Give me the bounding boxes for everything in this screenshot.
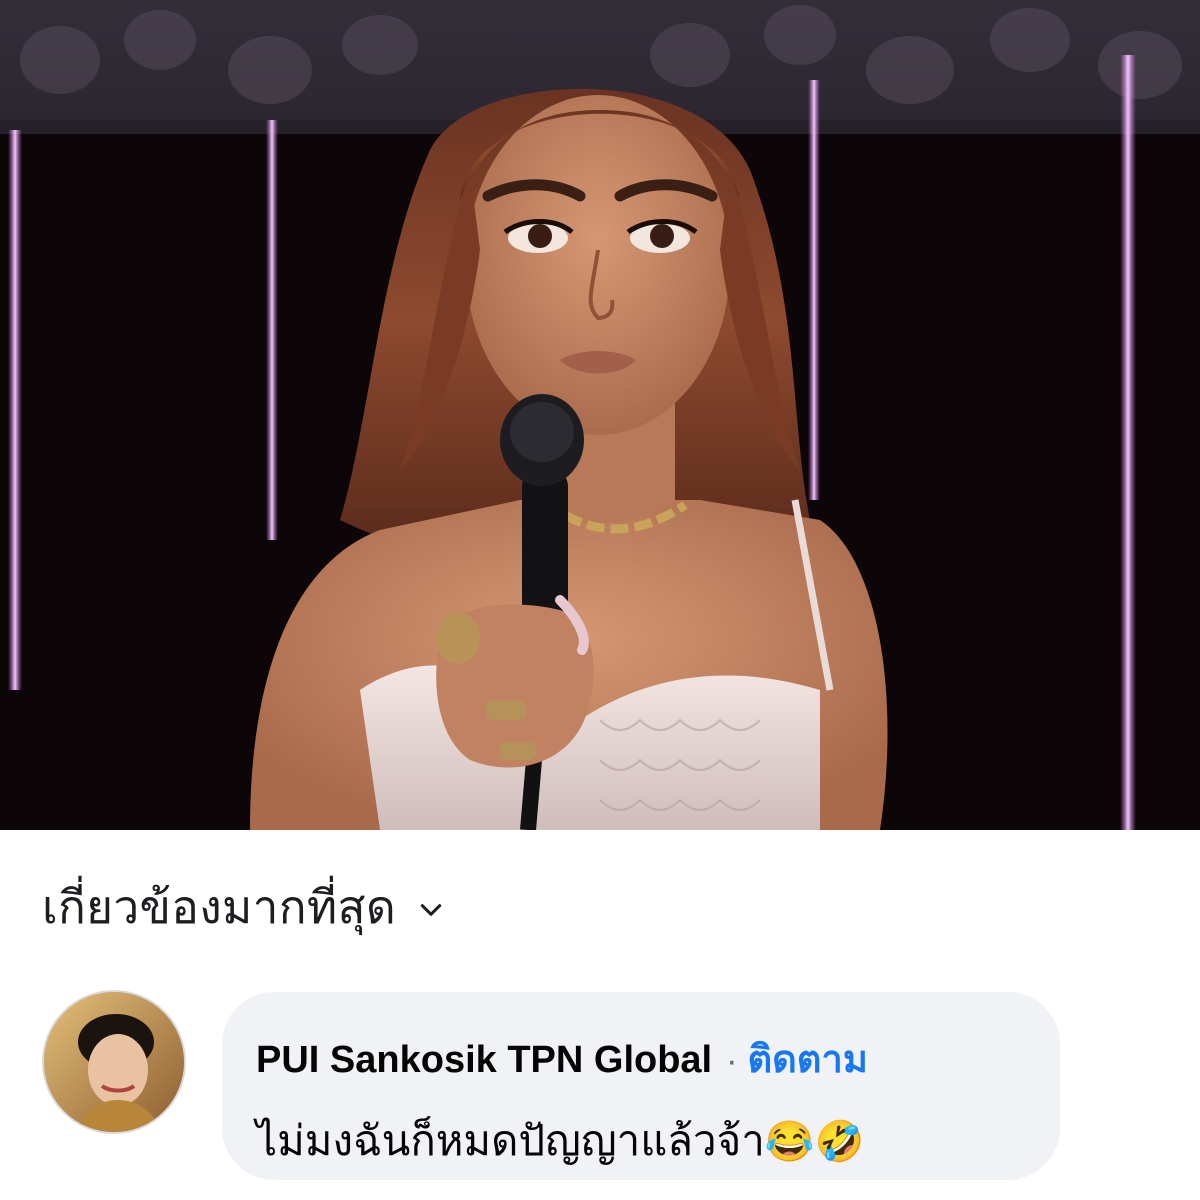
comment-header: PUI Sankosik TPN Global · ติดตาม [256,1028,868,1089]
follow-button[interactable]: ติดตาม [747,1028,867,1089]
avatar-photo [44,992,184,1132]
comment-body: ไม่มงฉันก็หมดปัญญาแล้วจ้า😂🤣 [256,1108,864,1174]
photo-illustration [0,0,1200,830]
post-photo[interactable] [0,0,1200,830]
comment-text: ไม่มงฉันก็หมดปัญญาแล้วจ้า [256,1117,765,1164]
commenter-avatar[interactable] [42,990,186,1134]
sort-label: เกี่ยวข้องมากที่สุด [42,880,397,933]
separator-dot: · [726,1042,738,1080]
comment-author[interactable]: PUI Sankosik TPN Global [256,1039,712,1082]
chevron-down-icon [420,904,442,916]
comment-emojis: 😂🤣 [764,1120,865,1164]
comment-sort-dropdown[interactable]: เกี่ยวข้องมากที่สุด [42,872,444,942]
